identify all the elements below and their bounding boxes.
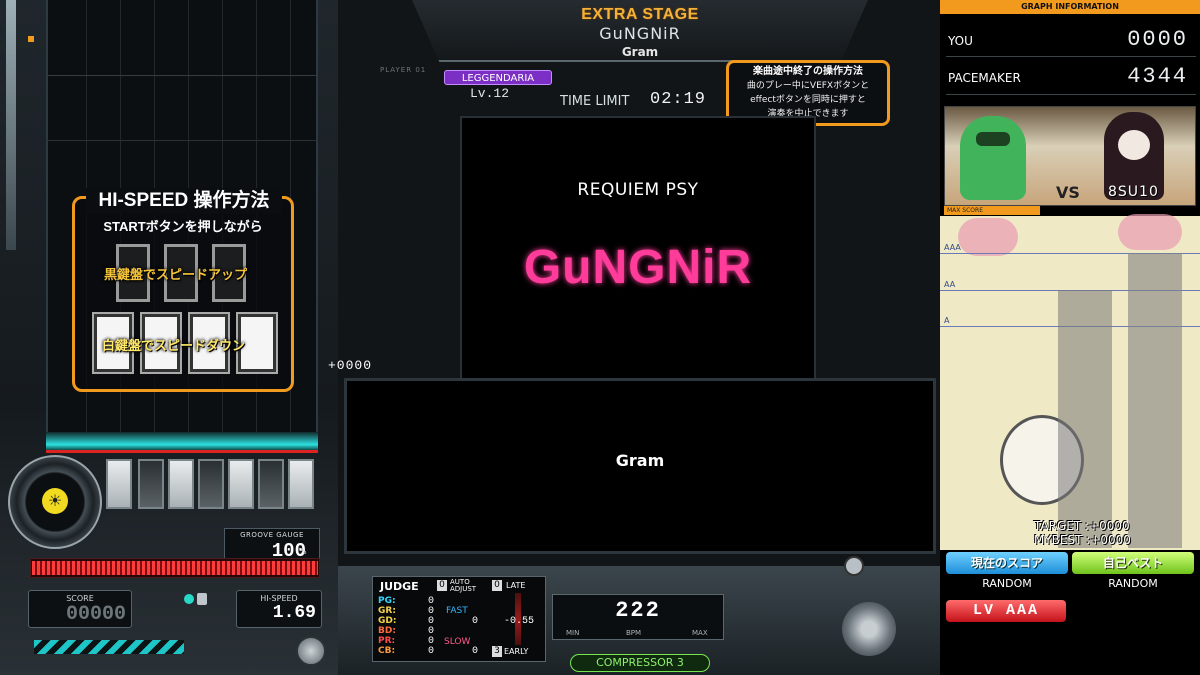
judge-row-label: PR:	[378, 636, 396, 646]
song-title: GuNGNiR	[599, 24, 681, 43]
key-5[interactable]	[228, 459, 254, 509]
level-label: Lv.12	[470, 86, 510, 101]
max-score-label: MAX SCORE	[944, 206, 1040, 215]
side-indicator	[28, 36, 34, 42]
decorative-stripes	[34, 640, 184, 654]
hispeed-value: 1.69	[272, 603, 316, 623]
lane-measure-line	[46, 140, 318, 141]
player-character	[960, 116, 1026, 200]
panel-knob	[296, 636, 326, 666]
personal-best-button[interactable]: 自己ベスト	[1072, 552, 1194, 574]
turntable-sun-icon: ☀	[42, 488, 68, 514]
score-value: 00000	[65, 603, 126, 626]
time-limit-label: TIME LIMIT	[560, 94, 630, 109]
versus-label: VS	[1056, 183, 1080, 202]
grade-label-aa: AA	[944, 280, 956, 289]
judge-row-label: PG:	[378, 596, 396, 606]
quit-help-title: 楽曲途中終了の操作方法	[753, 66, 863, 77]
judge-row-label: CB:	[378, 646, 396, 656]
compressor-badge: COMPRESSOR 3	[570, 654, 710, 672]
side-rail	[6, 0, 16, 250]
judge-line	[46, 432, 318, 450]
early-number: 3	[492, 646, 502, 657]
quit-help-line: 曲のプレー中にVEFXボタンと	[746, 81, 870, 91]
late-label: LATE	[506, 581, 526, 590]
lane-measure-line	[46, 75, 318, 76]
groove-gauge-fill	[32, 561, 318, 575]
black-keys-caption: 黒鍵盤でスピードアップ	[104, 267, 248, 282]
indicator-switch	[197, 593, 207, 605]
slow-value: 0	[471, 646, 478, 657]
pacemaker-label: PACEMAKER	[948, 71, 1021, 85]
you-bar	[1058, 290, 1112, 548]
hispeed-help-subtitle: STARTボタンを押しながら	[103, 219, 263, 234]
key-4[interactable]	[198, 459, 224, 509]
fast-label: FAST	[446, 606, 468, 616]
you-label: YOU	[948, 34, 973, 48]
judge-row-label: BD:	[378, 626, 396, 636]
random-option-right: RANDOM	[1108, 577, 1158, 590]
combo-counter: +0000	[328, 358, 373, 373]
bga-text: Gram	[615, 451, 665, 470]
groove-gauge-unit: %	[299, 547, 307, 556]
level-grade-button[interactable]: LV AAA	[946, 600, 1066, 622]
judge-line-edge	[46, 450, 318, 453]
time-limit-value: 02:19	[650, 90, 707, 109]
score-label: SCORE	[66, 594, 94, 603]
hispeed-help-title: HI-SPEED 操作方法	[86, 188, 282, 214]
auto-adjust-label: AUTO ADJUST	[450, 578, 477, 593]
indicator-light	[184, 594, 194, 604]
graph-info-title: GRAPH INFORMATION	[940, 0, 1200, 14]
timing-offset: -0.55	[504, 616, 535, 627]
song-artist: Gram	[621, 45, 659, 59]
you-score: 0000	[1127, 27, 1188, 52]
quit-help-line: effectボタンを同時に押すと	[750, 95, 866, 105]
groove-gauge-bar	[30, 558, 320, 578]
late-number: 0	[492, 580, 502, 591]
jacket-top-text: REQUIEM PSY	[577, 180, 699, 200]
stage-label: EXTRA STAGE	[581, 6, 699, 23]
hispeed-label: HI-SPEED	[260, 594, 298, 603]
judge-row-label: GR:	[378, 606, 396, 616]
grade-label-a: A	[944, 316, 950, 325]
judge-row-label: GD:	[378, 616, 397, 626]
judge-title: JUDGE	[380, 580, 419, 593]
judge-row-value: 0	[427, 646, 434, 657]
rival-character-face	[1118, 130, 1150, 160]
mybest-diff: MYBEST :+0000	[1034, 533, 1131, 547]
groove-gauge-label: GROOVE GAUGE	[240, 531, 304, 539]
bpm-max-label: MAX	[692, 629, 708, 637]
key-7[interactable]	[288, 459, 314, 509]
auto-adjust-number: 0	[437, 580, 447, 591]
fast-value: 0	[471, 616, 478, 627]
current-score-button[interactable]: 現在のスコア	[946, 552, 1068, 574]
pacemaker-bar	[1128, 253, 1182, 548]
rival-name: 8SU10	[1108, 184, 1159, 200]
bpm-min-label: MIN	[566, 629, 580, 637]
key-1[interactable]	[106, 459, 132, 509]
graph-bg-heart	[1118, 214, 1182, 250]
player-character-face	[976, 132, 1010, 146]
player-tag: PLAYER 01	[380, 66, 427, 74]
grade-label-aaa: AAA	[944, 243, 961, 252]
effector-knob[interactable]	[842, 602, 896, 656]
key-6[interactable]	[258, 459, 284, 509]
bpm-value: 222	[615, 598, 661, 623]
panel-knob-small	[844, 556, 864, 576]
target-diff: TARGET :+0000	[1034, 519, 1130, 533]
row-divider	[946, 94, 1196, 95]
graph-bg-heart	[958, 218, 1018, 256]
random-option-left: RANDOM	[982, 577, 1032, 590]
key-2[interactable]	[138, 459, 164, 509]
pacemaker-score: 4344	[1127, 64, 1188, 89]
difficulty-badge: LEGGENDARIA	[444, 70, 552, 85]
key-3[interactable]	[168, 459, 194, 509]
early-label: EARLY	[504, 647, 529, 656]
white-keys-caption: 白鍵盤でスピードダウン	[102, 338, 246, 353]
bpm-label: BPM	[626, 629, 642, 637]
jacket-logo: GuNGNiR	[523, 241, 753, 294]
row-divider	[946, 56, 1196, 57]
